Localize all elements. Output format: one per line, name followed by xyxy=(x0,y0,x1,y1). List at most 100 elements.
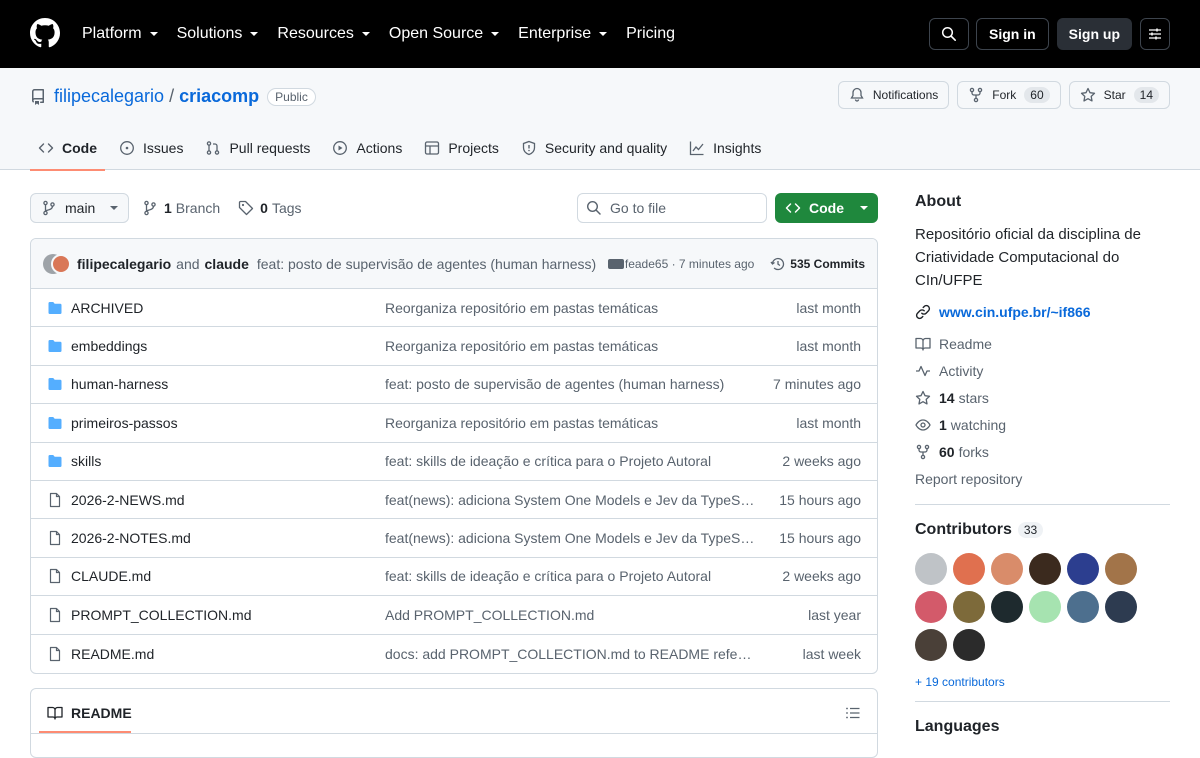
contributor-avatar[interactable] xyxy=(991,591,1023,623)
contributor-avatar[interactable] xyxy=(1029,591,1061,623)
watching-link[interactable]: 1 watching xyxy=(915,411,1170,438)
commits-link[interactable]: 535 Commits xyxy=(770,256,865,272)
file-commit-message[interactable]: feat(news): adiciona System One Models e… xyxy=(385,492,755,508)
repo-header: filipecalegario / criacomp Public Notifi… xyxy=(0,68,1200,171)
tag-label[interactable]: Tags xyxy=(272,200,302,216)
tab-pull-requests[interactable]: Pull requests xyxy=(197,126,318,170)
file-name[interactable]: 2026-2-NEWS.md xyxy=(71,492,385,508)
nav-solutions[interactable]: Solutions xyxy=(177,25,259,43)
file-name[interactable]: primeiros-passos xyxy=(71,415,385,431)
commit-author-1[interactable]: filipecalegario xyxy=(77,256,171,272)
contributor-avatar[interactable] xyxy=(1067,553,1099,585)
contributor-avatar[interactable] xyxy=(915,591,947,623)
search-button[interactable] xyxy=(929,18,969,50)
tab-issues[interactable]: Issues xyxy=(111,126,191,170)
file-name[interactable]: embeddings xyxy=(71,338,385,354)
activity-link[interactable]: Activity xyxy=(915,357,1170,384)
file-row[interactable]: PROMPT_COLLECTION.md Add PROMPT_COLLECTIO… xyxy=(31,596,877,635)
file-commit-message[interactable]: docs: add PROMPT_COLLECTION.md to README… xyxy=(385,646,755,662)
code-button[interactable]: Code xyxy=(775,193,878,223)
menu-button[interactable] xyxy=(1140,18,1170,50)
file-commit-message[interactable]: Reorganiza repositório em pastas temátic… xyxy=(385,415,755,431)
more-contributors-link[interactable]: + 19 contributors xyxy=(915,675,1170,689)
star-icon xyxy=(915,390,931,405)
folder-icon xyxy=(47,453,63,469)
tab-insights[interactable]: Insights xyxy=(681,126,769,170)
tab-projects[interactable]: Projects xyxy=(416,126,507,170)
caret-down-icon xyxy=(250,32,259,36)
tab-insights-label: Insights xyxy=(713,140,762,156)
branch-selector[interactable]: main xyxy=(30,193,129,223)
readme-tab[interactable]: README xyxy=(47,705,132,721)
go-to-file-input[interactable]: Go to file xyxy=(577,193,767,223)
contributor-avatar[interactable] xyxy=(1105,591,1137,623)
contributor-avatar[interactable] xyxy=(1029,553,1061,585)
ellipsis-icon[interactable] xyxy=(608,258,625,269)
nav-platform[interactable]: Platform xyxy=(82,25,158,43)
file-name[interactable]: CLAUDE.md xyxy=(71,568,385,584)
file-name[interactable]: ARCHIVED xyxy=(71,300,385,316)
contributor-avatar[interactable] xyxy=(1105,553,1137,585)
tab-security[interactable]: Security and quality xyxy=(513,126,675,170)
file-name[interactable]: skills xyxy=(71,453,385,469)
contributor-avatar[interactable] xyxy=(1067,591,1099,623)
file-commit-message[interactable]: feat: skills de ideação e crítica para o… xyxy=(385,453,755,469)
file-row[interactable]: human-harness feat: posto de supervisão d… xyxy=(31,366,877,405)
file-commit-message[interactable]: Add PROMPT_COLLECTION.md xyxy=(385,607,755,623)
commit-author-2[interactable]: claude xyxy=(205,256,249,272)
contributor-avatar[interactable] xyxy=(953,591,985,623)
report-repository-link[interactable]: Report repository xyxy=(915,465,1170,492)
contributor-avatar[interactable] xyxy=(953,629,985,661)
divider xyxy=(915,701,1170,702)
nav-resources[interactable]: Resources xyxy=(277,25,370,43)
star-button[interactable]: Star 14 xyxy=(1068,81,1170,109)
file-row[interactable]: ARCHIVED Reorganiza repositório em pastas… xyxy=(31,289,877,328)
file-row[interactable]: 2026-2-NOTES.md feat(news): adiciona Syst… xyxy=(31,519,877,558)
repo-owner-link[interactable]: filipecalegario xyxy=(54,86,164,107)
avatar[interactable] xyxy=(51,253,71,274)
notifications-button[interactable]: Notifications xyxy=(837,81,950,109)
contributor-avatar[interactable] xyxy=(915,553,947,585)
tab-actions[interactable]: Actions xyxy=(324,126,410,170)
file-row[interactable]: README.md docs: add PROMPT_COLLECTION.md … xyxy=(31,635,877,673)
file-row[interactable]: CLAUDE.md feat: skills de ideação e críti… xyxy=(31,558,877,597)
nav-open-source[interactable]: Open Source xyxy=(389,25,500,43)
readme-link[interactable]: Readme xyxy=(915,330,1170,357)
branch-count[interactable]: 1 xyxy=(164,200,172,216)
file-row[interactable]: 2026-2-NEWS.md feat(news): adiciona Syste… xyxy=(31,481,877,520)
github-logo-icon[interactable] xyxy=(30,18,60,48)
file-commit-message[interactable]: Reorganiza repositório em pastas temátic… xyxy=(385,338,755,354)
file-commit-message[interactable]: feat: posto de supervisão de agentes (hu… xyxy=(385,376,755,392)
tab-code[interactable]: Code xyxy=(30,126,105,171)
sign-in-button[interactable]: Sign in xyxy=(976,18,1049,50)
commit-sha-time[interactable]: feade65 · 7 minutes ago xyxy=(625,257,754,271)
branch-label[interactable]: Branch xyxy=(176,200,220,216)
contributors-heading[interactable]: Contributors 33 xyxy=(915,521,1170,539)
sign-up-button[interactable]: Sign up xyxy=(1056,18,1132,50)
file-row[interactable]: skills feat: skills de ideação e crítica … xyxy=(31,443,877,481)
contributor-avatar[interactable] xyxy=(991,553,1023,585)
nav-pricing[interactable]: Pricing xyxy=(626,25,675,43)
search-icon xyxy=(941,26,956,41)
stars-link[interactable]: 14 stars xyxy=(915,384,1170,411)
file-name[interactable]: PROMPT_COLLECTION.md xyxy=(71,607,385,623)
file-row[interactable]: primeiros-passos Reorganiza repositório e… xyxy=(31,404,877,443)
commit-message[interactable]: feat: posto de supervisão de agentes (hu… xyxy=(257,256,596,272)
file-row[interactable]: embeddings Reorganiza repositório em past… xyxy=(31,327,877,366)
tag-count[interactable]: 0 xyxy=(260,200,268,216)
forks-link[interactable]: 60 forks xyxy=(915,438,1170,465)
fork-button[interactable]: Fork 60 xyxy=(957,81,1061,109)
file-name[interactable]: 2026-2-NOTES.md xyxy=(71,530,385,546)
nav-enterprise[interactable]: Enterprise xyxy=(518,25,608,43)
website-link[interactable]: www.cin.ufpe.br/~if866 xyxy=(915,304,1170,320)
file-commit-message[interactable]: Reorganiza repositório em pastas temátic… xyxy=(385,300,755,316)
contributor-avatar[interactable] xyxy=(953,553,985,585)
file-name[interactable]: human-harness xyxy=(71,376,385,392)
file-name[interactable]: README.md xyxy=(71,646,385,662)
stars-count: 14 xyxy=(939,389,955,406)
file-commit-message[interactable]: feat: skills de ideação e crítica para o… xyxy=(385,568,755,584)
file-commit-message[interactable]: feat(news): adiciona System One Models e… xyxy=(385,530,755,546)
contributor-avatar[interactable] xyxy=(915,629,947,661)
repo-name-link[interactable]: criacomp xyxy=(179,86,259,107)
list-icon[interactable] xyxy=(845,705,861,721)
